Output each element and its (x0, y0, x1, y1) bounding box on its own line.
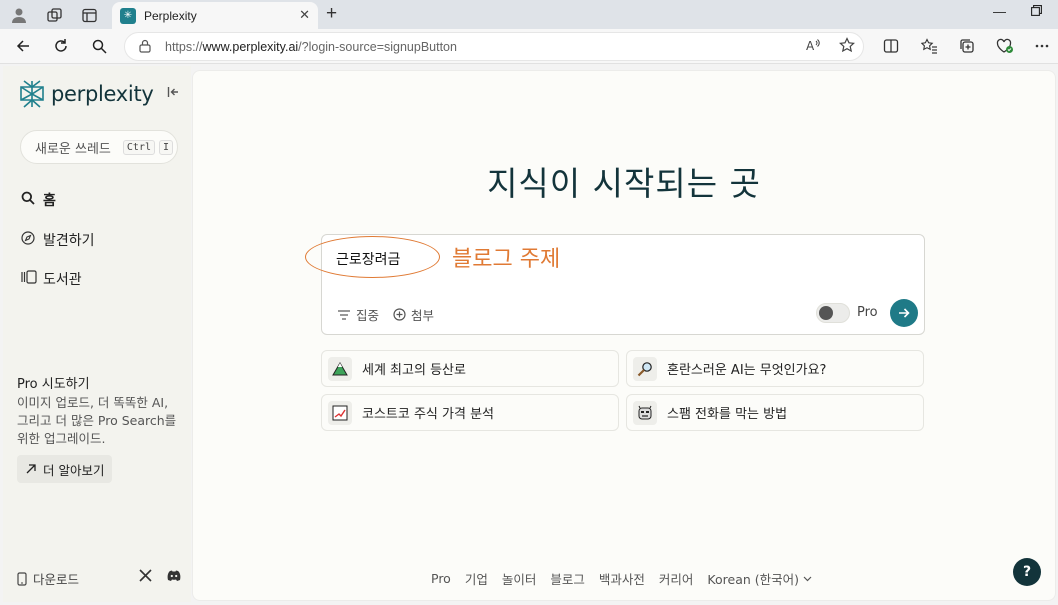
robot-face-icon (633, 400, 657, 425)
read-aloud-icon[interactable]: A (805, 37, 821, 57)
browser-nav-bar: https://www.perplexity.ai/?login-source=… (0, 29, 1058, 64)
library-icon (21, 270, 39, 288)
url-prefix: https:// (165, 40, 203, 54)
pro-promo: Pro 시도하기 이미지 업로드, 더 똑똑한 AI, 그리고 더 많은 Pro… (17, 376, 182, 448)
sidebar-item-label: 홈 (43, 193, 56, 209)
minimize-icon[interactable]: — (993, 4, 1006, 19)
chevron-down-icon (803, 576, 812, 581)
search-icon (21, 191, 39, 209)
new-thread-label: 새로운 쓰레드 (35, 141, 111, 157)
browser-essentials-icon[interactable] (994, 35, 1016, 57)
back-icon[interactable] (12, 35, 34, 57)
url-text[interactable]: https://www.perplexity.ai/?login-source=… (165, 40, 457, 54)
suggestion-label: 코스트코 주식 가격 분석 (362, 407, 494, 422)
profile-icon[interactable] (8, 4, 30, 26)
url-path: /?login-source=signupButton (298, 40, 457, 54)
perplexity-logo[interactable]: perplexity (19, 80, 154, 108)
footer-link-enterprise[interactable]: 기업 (465, 569, 488, 588)
footer-link-pro[interactable]: Pro (431, 571, 451, 586)
attach-label: 첨부 (411, 308, 435, 323)
sidebar-item-label: 도서관 (43, 272, 82, 288)
favorites-icon[interactable] (918, 35, 940, 57)
refresh-icon[interactable] (50, 35, 72, 57)
new-thread-button[interactable]: 새로운 쓰레드 Ctrl I (20, 130, 178, 164)
mobile-icon (17, 571, 27, 586)
perplexity-favicon: ✳ (120, 7, 136, 24)
arrow-up-right-icon (26, 464, 36, 474)
promo-title: Pro 시도하기 (17, 377, 90, 392)
browser-tab-bar: ✳ Perplexity ✕ + — (0, 0, 1058, 29)
collections-icon[interactable] (956, 35, 978, 57)
restore-icon[interactable] (1031, 4, 1042, 19)
logo-text: perplexity (51, 82, 154, 106)
sidebar-item-home[interactable]: 홈 (21, 190, 56, 210)
learn-more-label: 더 알아보기 (43, 462, 105, 478)
perplexity-logo-icon (20, 80, 44, 108)
suggestion-label: 스팸 전화를 막는 방법 (667, 407, 788, 422)
footer-link-encyclopedia[interactable]: 백과사전 (599, 569, 645, 588)
suggestion-label: 혼란스러운 AI는 무엇인가요? (667, 363, 827, 378)
annotation-ellipse (305, 236, 440, 278)
sidebar-item-discover[interactable]: 발견하기 (21, 230, 95, 250)
collapse-sidebar-icon[interactable] (167, 86, 179, 102)
footer-link-blog[interactable]: 블로그 (550, 569, 585, 588)
lock-icon[interactable] (139, 39, 151, 56)
tab-perplexity[interactable]: ✳ Perplexity ✕ (112, 2, 318, 29)
suggestion-item[interactable]: 스팸 전화를 막는 방법 (626, 394, 924, 431)
suggestion-label: 세계 최고의 등산로 (362, 363, 466, 378)
promo-body: 이미지 업로드, 더 똑똑한 AI, 그리고 더 많은 Pro Search를 … (17, 395, 177, 446)
arrow-right-icon (899, 308, 910, 318)
more-icon[interactable] (1031, 35, 1053, 57)
focus-label: 집중 (356, 308, 380, 323)
footer-link-playground[interactable]: 놀이터 (502, 569, 537, 588)
shortcut-i: I (159, 139, 174, 155)
svg-text:A: A (806, 39, 815, 53)
footer-links: Pro 기업 놀이터 블로그 백과사전 커리어 Korean (한국어) (431, 569, 812, 588)
filter-icon (338, 309, 350, 320)
sidebar-item-label: 발견하기 (43, 233, 95, 249)
mountain-icon (328, 356, 352, 381)
suggestion-item[interactable]: 코스트코 주식 가격 분석 (321, 394, 619, 431)
download-label: 다운로드 (33, 572, 80, 587)
magnifier-icon (633, 356, 657, 381)
suggestion-item[interactable]: 세계 최고의 등산로 (321, 350, 619, 387)
footer-link-careers[interactable]: 커리어 (659, 569, 694, 588)
language-select[interactable]: Korean (한국어) (707, 569, 799, 588)
chart-icon (328, 400, 352, 425)
search-box[interactable]: 근로장려금 블로그 주제 집중 첨부 Pro (305, 234, 925, 335)
attach-button[interactable]: 첨부 (393, 305, 434, 324)
main-content: 지식이 시작되는 곳 근로장려금 블로그 주제 집중 첨부 Pro 세계 최고의… (192, 70, 1056, 601)
sidebar: perplexity 새로운 쓰레드 Ctrl I 홈 발견하기 도서관 Pro… (3, 66, 191, 602)
suggestion-item[interactable]: 혼란스러운 AI는 무엇인가요? (626, 350, 924, 387)
favorite-star-icon[interactable] (839, 37, 855, 57)
pro-toggle[interactable] (816, 303, 850, 323)
pro-label: Pro (857, 305, 878, 320)
vertical-tabs-icon[interactable] (78, 4, 100, 26)
workspaces-icon[interactable] (43, 4, 65, 26)
split-screen-icon[interactable] (880, 35, 902, 57)
url-domain: www.perplexity.ai (202, 40, 299, 54)
shortcut-ctrl: Ctrl (122, 139, 155, 155)
page-title: 지식이 시작되는 곳 (487, 164, 761, 203)
compass-icon (21, 231, 39, 249)
learn-more-button[interactable]: 더 알아보기 (17, 455, 113, 483)
download-button[interactable]: 다운로드 (17, 569, 79, 588)
discord-icon[interactable] (166, 569, 182, 586)
toggle-knob (819, 306, 833, 320)
tab-title: Perplexity (144, 8, 197, 23)
focus-button[interactable]: 집중 (338, 305, 379, 324)
new-tab-button[interactable]: + (326, 3, 337, 25)
submit-button[interactable] (890, 299, 918, 327)
sidebar-item-library[interactable]: 도서관 (21, 269, 82, 289)
help-button[interactable]: ? (1013, 558, 1041, 586)
tab-close-icon[interactable]: ✕ (299, 8, 310, 23)
annotation-text: 블로그 주제 (452, 247, 561, 272)
address-bar[interactable]: https://www.perplexity.ai/?login-source=… (124, 32, 864, 61)
search-icon[interactable] (88, 35, 110, 57)
x-twitter-icon[interactable] (139, 569, 152, 586)
plus-circle-icon (393, 308, 406, 321)
